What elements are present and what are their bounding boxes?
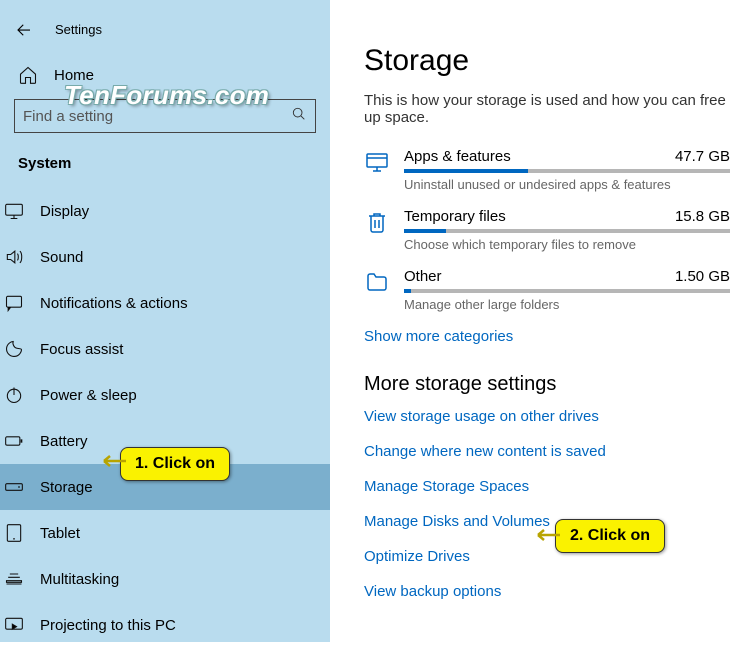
sidebar-item-label: Sound	[40, 249, 83, 266]
titlebar: Settings	[0, 8, 330, 59]
sidebar-item-label: Display	[40, 203, 89, 220]
apps-icon	[364, 150, 390, 176]
sound-icon	[4, 247, 24, 267]
home-icon	[18, 65, 38, 85]
display-icon	[4, 201, 24, 221]
app-title: Settings	[55, 22, 102, 37]
search-icon	[291, 106, 307, 127]
sidebar-item-tablet[interactable]: Tablet	[0, 510, 344, 556]
power-icon	[4, 385, 24, 405]
sidebar-item-power[interactable]: Power & sleep	[0, 372, 344, 418]
projecting-icon	[4, 615, 24, 635]
storage-hint: Uninstall unused or undesired apps & fea…	[404, 177, 730, 192]
sidebar-home-label: Home	[54, 67, 94, 84]
multitasking-icon	[4, 569, 24, 589]
sidebar-item-multitasking[interactable]: Multitasking	[0, 556, 344, 602]
link-view-backup-options[interactable]: View backup options	[364, 583, 730, 600]
sidebar-item-sound[interactable]: Sound	[0, 234, 344, 280]
sidebar-nav: Display Sound Notifications & actions Fo…	[0, 188, 344, 648]
show-more-categories-link[interactable]: Show more categories	[364, 328, 730, 345]
link-view-storage-other-drives[interactable]: View storage usage on other drives	[364, 408, 730, 425]
sidebar-item-label: Notifications & actions	[40, 295, 188, 312]
sidebar-item-projecting[interactable]: Projecting to this PC	[0, 602, 344, 648]
sidebar-item-label: Power & sleep	[40, 387, 137, 404]
sidebar-item-label: Tablet	[40, 525, 80, 542]
storage-item-other[interactable]: Other 1.50 GB Manage other large folders	[364, 268, 730, 312]
tablet-icon	[4, 523, 24, 543]
sidebar-item-label: Focus assist	[40, 341, 123, 358]
storage-hint: Manage other large folders	[404, 297, 730, 312]
focus-icon	[4, 339, 24, 359]
search-box[interactable]	[14, 99, 316, 133]
storage-item-temp[interactable]: Temporary files 15.8 GB Choose which temp…	[364, 208, 730, 252]
storage-size: 47.7 GB	[675, 148, 730, 165]
sidebar-item-label: Multitasking	[40, 571, 119, 588]
sidebar-item-notifications[interactable]: Notifications & actions	[0, 280, 344, 326]
storage-label: Other	[404, 268, 442, 285]
back-button[interactable]	[6, 12, 41, 47]
folder-icon	[364, 270, 390, 296]
sidebar-home[interactable]: Home	[14, 59, 316, 95]
sidebar-item-label: Projecting to this PC	[40, 617, 176, 634]
page-title: Storage	[364, 44, 730, 78]
link-manage-storage-spaces[interactable]: Manage Storage Spaces	[364, 478, 730, 495]
sidebar-item-label: Storage	[40, 479, 93, 496]
link-manage-disks-volumes[interactable]: Manage Disks and Volumes	[364, 513, 730, 530]
storage-label: Temporary files	[404, 208, 506, 225]
sidebar-item-display[interactable]: Display	[0, 188, 344, 234]
back-arrow-icon	[15, 21, 33, 39]
notifications-icon	[4, 293, 24, 313]
storage-bar	[404, 229, 730, 233]
storage-hint: Choose which temporary files to remove	[404, 237, 730, 252]
storage-bar	[404, 289, 730, 293]
storage-item-apps[interactable]: Apps & features 47.7 GB Uninstall unused …	[364, 148, 730, 192]
sidebar-item-battery[interactable]: Battery	[0, 418, 344, 464]
sidebar-item-storage[interactable]: Storage	[0, 464, 344, 510]
sidebar-item-focus[interactable]: Focus assist	[0, 326, 344, 372]
more-settings-heading: More storage settings	[364, 373, 730, 396]
sidebar-item-label: Battery	[40, 433, 88, 450]
storage-size: 15.8 GB	[675, 208, 730, 225]
storage-label: Apps & features	[404, 148, 511, 165]
storage-icon	[4, 477, 24, 497]
storage-size: 1.50 GB	[675, 268, 730, 285]
page-description: This is how your storage is used and how…	[364, 92, 730, 126]
search-input[interactable]	[23, 108, 291, 125]
trash-icon	[364, 210, 390, 236]
main-content: Storage This is how your storage is used…	[330, 0, 750, 642]
link-change-content-saved[interactable]: Change where new content is saved	[364, 443, 730, 460]
sidebar-category: System	[14, 151, 316, 188]
storage-bar	[404, 169, 730, 173]
battery-icon	[4, 431, 24, 451]
link-optimize-drives[interactable]: Optimize Drives	[364, 548, 730, 565]
sidebar: Settings Home System Display	[0, 0, 330, 642]
